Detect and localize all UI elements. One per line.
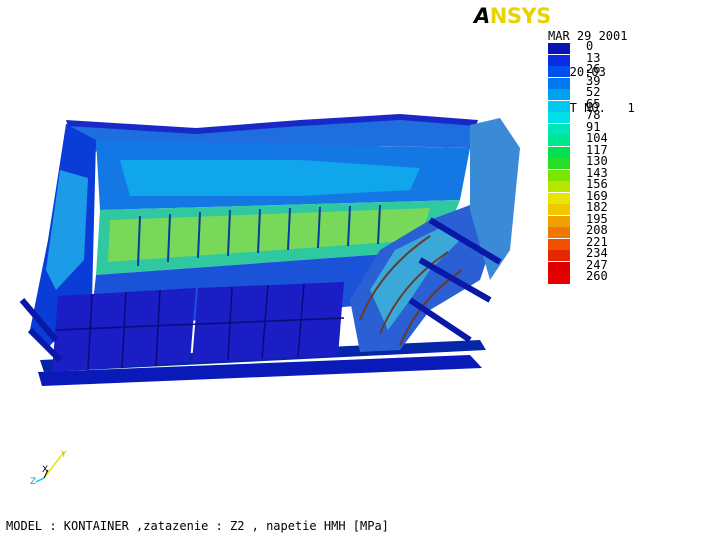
legend-swatch: [548, 238, 570, 250]
stress-contour-model: [19, 114, 520, 386]
logo-letter-a: A: [474, 4, 490, 28]
logo-letters: NSYS: [489, 4, 552, 28]
legend-swatch: [548, 169, 570, 181]
legend-swatch: [548, 112, 570, 123]
legend-swatch: [548, 204, 570, 215]
axis-y-label: Y: [60, 450, 67, 460]
legend-swatch: [548, 135, 570, 146]
legend-swatch: [548, 192, 570, 204]
legend-swatch: [548, 54, 570, 66]
legend-swatch: [548, 89, 570, 100]
legend-swatch: [548, 227, 570, 238]
ansys-logo: ANSYS: [474, 4, 551, 28]
legend-swatch: [548, 250, 570, 261]
legend-swatch: [548, 43, 570, 54]
legend-swatch: [548, 261, 570, 273]
legend-swatch: [548, 181, 570, 192]
legend-swatch: [548, 77, 570, 89]
legend-swatch: [548, 123, 570, 135]
ansys-plot-window: ANSYS MAR 29 2001 11:20:03 PLOT NO. 1 01…: [0, 0, 720, 542]
legend-value: 260: [586, 269, 608, 283]
legend-swatch: [548, 100, 570, 112]
legend-swatch: [548, 146, 570, 158]
axis-x-label: X: [42, 465, 48, 475]
model-caption: MODEL : KONTAINER ,zatazenie : Z2 , nape…: [6, 519, 389, 533]
axis-triad: Y X Z: [30, 450, 67, 487]
axis-z-label: Z: [30, 477, 36, 487]
legend-swatch: [548, 215, 570, 227]
legend-swatch: [548, 158, 570, 169]
upper-inner-cyan: [120, 160, 420, 196]
legend-swatch: [548, 273, 570, 284]
legend-swatch: [548, 66, 570, 77]
